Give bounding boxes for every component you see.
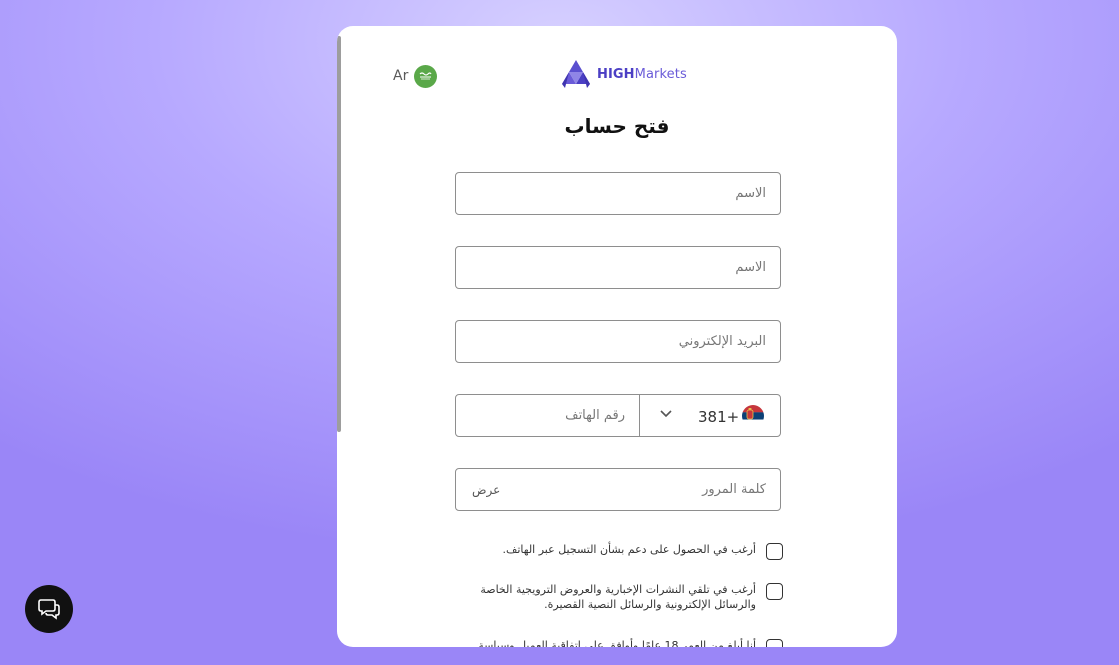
checkbox[interactable] (766, 639, 783, 647)
logo[interactable]: HIGHMarkets (559, 58, 687, 90)
consent-phone-support: أرغب في الحصول على دعم بشأن التسجيل عبر … (455, 542, 783, 560)
consent-label: أرغب في تلقي النشرات الإخبارية والعروض ا… (480, 583, 756, 611)
checkbox[interactable] (766, 543, 783, 560)
phone-field: 381+ (455, 394, 781, 437)
serbia-flag-icon (742, 405, 764, 427)
language-label: Ar (393, 68, 409, 84)
show-password-button[interactable]: عرض (472, 483, 500, 497)
password-field: عرض (455, 468, 781, 511)
country-code-select[interactable]: 381+ (640, 395, 780, 436)
consent-label: أرغب في الحصول على دعم بشأن التسجيل عبر … (502, 543, 756, 556)
phone-number-input[interactable] (456, 395, 639, 436)
dial-code: 381+ (698, 408, 740, 426)
page-title: فتح حساب (564, 114, 670, 138)
phone-number-field[interactable] (456, 395, 639, 436)
consent-age-agreement: أنا أبلغ من العمر 18 عامًا وأوافق على ات… (455, 638, 783, 647)
chat-bubble-icon (38, 599, 60, 620)
chat-button[interactable] (25, 585, 73, 633)
logo-icon (562, 60, 590, 88)
chevron-down-icon (660, 410, 672, 418)
consent-newsletters: أرغب في تلقي النشرات الإخبارية والعروض ا… (455, 582, 783, 612)
signup-card: Ar HIGHMarkets فتح حساب الاسم الاسم البر… (337, 26, 897, 647)
consent-label: أنا أبلغ من العمر 18 عامًا وأوافق على ات… (478, 639, 756, 647)
checkbox[interactable] (766, 583, 783, 600)
language-switcher[interactable]: Ar (393, 64, 438, 88)
saudi-flag-icon (414, 64, 438, 88)
last-name-input[interactable] (456, 247, 780, 288)
last-name-field[interactable] (455, 246, 781, 289)
logo-text: HIGHMarkets (597, 66, 687, 82)
email-field[interactable] (455, 320, 781, 363)
scrollbar[interactable] (337, 36, 341, 432)
first-name-field[interactable] (455, 172, 781, 215)
email-input[interactable] (456, 321, 780, 362)
first-name-input[interactable] (456, 173, 780, 214)
password-input[interactable] (456, 469, 780, 510)
